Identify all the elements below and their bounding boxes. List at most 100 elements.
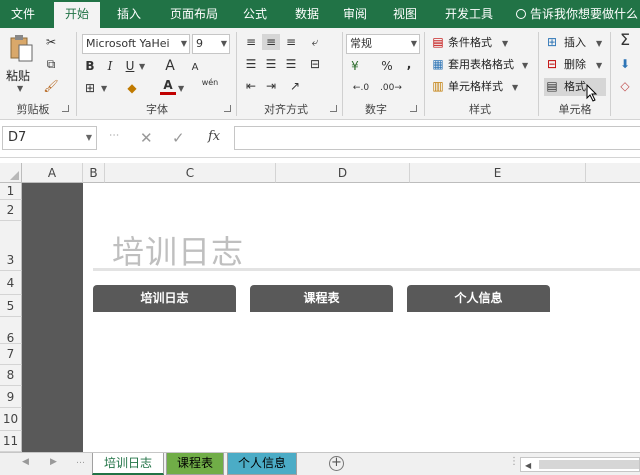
tab-developer[interactable]: 开发工具 xyxy=(434,0,504,28)
fill-color-icon[interactable]: ◆ xyxy=(124,80,140,96)
format-painter-icon[interactable]: 🖌 xyxy=(42,78,60,94)
align-middle-icon[interactable]: ≡ xyxy=(262,34,280,50)
currency-icon[interactable]: ¥ xyxy=(346,58,364,74)
tab-review[interactable]: 审阅 xyxy=(332,0,378,28)
increase-decimal-icon[interactable]: ←.0 xyxy=(350,80,372,96)
row-header-10[interactable]: 10 xyxy=(0,408,22,431)
sheet-tab-schedule[interactable]: 课程表 xyxy=(166,453,224,475)
more-sheets-icon[interactable]: … xyxy=(76,456,85,466)
tab-view[interactable]: 视图 xyxy=(382,0,428,28)
formula-input[interactable] xyxy=(234,126,640,150)
tab-formulas[interactable]: 公式 xyxy=(232,0,278,28)
conditional-format-label: 条件格式 xyxy=(448,36,492,49)
scrollbar-thumb[interactable] xyxy=(539,460,639,469)
resize-handle-icon[interactable]: ⋮ xyxy=(509,456,519,467)
column-header-f[interactable] xyxy=(586,163,640,183)
column-header-d[interactable]: D xyxy=(276,163,410,183)
row-header-6[interactable]: 6 xyxy=(0,317,22,345)
italic-button[interactable]: I xyxy=(102,58,118,74)
wrap-text-icon[interactable]: ⤶ xyxy=(306,34,324,50)
row-header-7[interactable]: 7 xyxy=(0,344,22,365)
nav-button-personal-info[interactable]: 个人信息 xyxy=(407,285,550,312)
insert-cells-button[interactable]: ⊞ 插入 ▼ xyxy=(544,34,606,52)
column-header-a[interactable]: A xyxy=(22,163,83,183)
column-header-b[interactable]: B xyxy=(83,163,105,183)
cell-styles-button[interactable]: ▥ 单元格样式 ▼ xyxy=(430,78,530,96)
autosum-button[interactable]: Σ xyxy=(616,32,634,48)
row-header-4[interactable]: 4 xyxy=(0,271,22,295)
paste-button[interactable]: 粘贴 ▼ xyxy=(6,32,36,94)
insert-function-button[interactable]: fx xyxy=(208,129,220,144)
column-b-cells xyxy=(83,183,93,452)
align-center-icon[interactable]: ☰ xyxy=(262,56,280,72)
border-icon[interactable]: ⊞ xyxy=(82,80,98,96)
nav-button-training-log[interactable]: 培训日志 xyxy=(93,285,236,312)
tab-file[interactable]: 文件 xyxy=(0,0,46,28)
row-header-3[interactable]: 3 xyxy=(0,221,22,271)
align-top-icon[interactable]: ≡ xyxy=(242,34,260,50)
separator xyxy=(424,32,425,116)
comma-button[interactable]: , xyxy=(402,56,416,72)
orientation-icon[interactable]: ↗ xyxy=(286,78,304,94)
add-sheet-button[interactable]: + xyxy=(329,456,344,471)
alignment-launcher-icon[interactable] xyxy=(330,105,337,112)
font-launcher-icon[interactable] xyxy=(224,105,231,112)
clear-icon[interactable]: ◇ xyxy=(616,78,634,94)
clipboard-launcher-icon[interactable] xyxy=(62,105,69,112)
sheet-tab-personal-info[interactable]: 个人信息 xyxy=(227,453,297,475)
font-name-combo[interactable]: Microsoft YaHei ▼ xyxy=(82,34,190,54)
fill-icon[interactable]: ⬇ xyxy=(616,56,634,72)
copy-icon[interactable]: ⧉ xyxy=(42,56,60,72)
tab-page-layout[interactable]: 页面布局 xyxy=(162,0,226,28)
scroll-left-icon[interactable]: ◀ xyxy=(22,457,29,467)
row-header-8[interactable]: 8 xyxy=(0,365,22,386)
increase-indent-icon[interactable]: ⇥ xyxy=(262,78,280,94)
tab-home[interactable]: 开始 xyxy=(54,2,100,28)
row-header-11[interactable]: 11 xyxy=(0,431,22,452)
conditional-format-button[interactable]: ▤ 条件格式 ▼ xyxy=(430,34,530,52)
number-format-combo[interactable]: 常规 ▼ xyxy=(346,34,420,54)
row-header-5[interactable]: 5 xyxy=(0,295,22,317)
grow-font-button[interactable]: A xyxy=(162,58,178,74)
shrink-font-button[interactable]: A xyxy=(188,60,202,76)
resize-handle-icon[interactable]: ⋮ xyxy=(108,130,119,141)
column-a-fill xyxy=(22,183,83,452)
underline-button[interactable]: U xyxy=(122,58,138,74)
format-label: 格式 xyxy=(564,80,586,93)
bold-button[interactable]: B xyxy=(82,58,98,74)
align-right-icon[interactable]: ☰ xyxy=(282,56,300,72)
delete-cells-button[interactable]: ⊟ 删除 ▼ xyxy=(544,56,606,74)
column-header-c[interactable]: C xyxy=(105,163,276,183)
name-box[interactable]: D7 ▼ xyxy=(2,126,97,150)
sheet-tab-training-log[interactable]: 培训日志 xyxy=(92,453,164,475)
row-header-9[interactable]: 9 xyxy=(0,386,22,408)
confirm-button[interactable]: ✓ xyxy=(172,129,185,147)
horizontal-scrollbar[interactable]: ⋮ ◀ xyxy=(509,456,640,472)
scroll-right-icon[interactable]: ▶ xyxy=(50,457,57,467)
format-as-table-button[interactable]: ▦ 套用表格格式 ▼ xyxy=(430,56,530,74)
cut-icon[interactable]: ✂ xyxy=(42,34,60,50)
chevron-down-icon: ▼ xyxy=(85,133,92,142)
font-color-button[interactable]: A xyxy=(160,78,176,95)
nav-button-schedule[interactable]: 课程表 xyxy=(250,285,393,312)
font-size-combo[interactable]: 9 ▼ xyxy=(192,34,230,54)
align-bottom-icon[interactable]: ≡ xyxy=(282,34,300,50)
number-launcher-icon[interactable] xyxy=(410,105,417,112)
scroll-left-arrow-icon[interactable]: ◀ xyxy=(525,461,531,470)
cancel-button[interactable]: ✕ xyxy=(140,129,153,147)
tell-me-text: 告诉我你想要做什么 xyxy=(530,7,639,21)
row-header-1[interactable]: 1 xyxy=(0,183,22,200)
decrease-decimal-icon[interactable]: .00→ xyxy=(380,80,402,96)
align-left-icon[interactable]: ☰ xyxy=(242,56,260,72)
row-header-2[interactable]: 2 xyxy=(0,200,22,221)
decrease-indent-icon[interactable]: ⇤ xyxy=(242,78,260,94)
font-name-value: Microsoft YaHei xyxy=(86,37,170,50)
phonetic-button[interactable]: wén xyxy=(198,78,222,88)
select-all-corner[interactable] xyxy=(0,163,22,183)
merge-center-icon[interactable]: ⊟ xyxy=(306,56,324,72)
column-header-e[interactable]: E xyxy=(410,163,586,183)
tab-insert[interactable]: 插入 xyxy=(106,0,152,28)
percent-button[interactable]: % xyxy=(380,58,394,74)
tell-me-box[interactable]: 告诉我你想要做什么 xyxy=(516,0,638,28)
tab-data[interactable]: 数据 xyxy=(284,0,330,28)
